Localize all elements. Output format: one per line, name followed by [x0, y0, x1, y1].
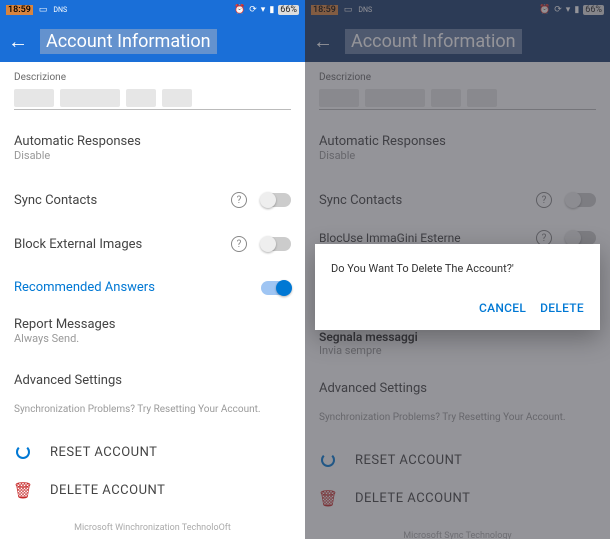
reset-account-label: RESET ACCOUNT — [50, 445, 157, 460]
delete-account-label: DELETE ACCOUNT — [50, 483, 165, 498]
delete-account-button[interactable]: 🗑 DELETE ACCOUNT — [14, 471, 291, 509]
automatic-responses-label: Automatic Responses — [14, 134, 291, 149]
right-screenshot: 18:59 ▭ DNS ⏰ ⟳ ▾ ▮ 66% ← Account Inform… — [305, 0, 610, 539]
confirm-delete-button[interactable]: DELETE — [540, 301, 584, 315]
block-images-row: Block External Images ? — [14, 222, 291, 266]
trash-icon: 🗑 — [14, 481, 32, 499]
reset-account-label: RESET ACCOUNT — [355, 453, 462, 468]
app-bar: ← Account Information — [0, 20, 305, 62]
page-title: Account Information — [345, 29, 522, 54]
reset-icon — [319, 451, 337, 469]
sync-icon: ⟳ — [554, 5, 562, 15]
sync-contacts-row: Sync Contacts ? — [14, 178, 291, 222]
advanced-settings-link[interactable]: Advanced Settings — [319, 381, 596, 396]
status-text: DNS — [53, 6, 67, 14]
report-messages-row[interactable]: Report Messages Always Send. — [14, 309, 291, 353]
block-images-label: BlocUse ImmaGini Esterne — [319, 231, 461, 245]
report-messages-sub: Always Send. — [14, 332, 291, 345]
signal-icon: ▮ — [269, 5, 274, 15]
block-images-toggle[interactable] — [261, 237, 291, 251]
nav-icon: ▭ — [344, 5, 353, 15]
block-images-label: Block External Images — [14, 237, 231, 252]
description-label: Descrizione — [319, 72, 596, 83]
app-bar: ← Account Information — [305, 20, 610, 62]
delete-account-button[interactable]: 🗑 DELETE ACCOUNT — [319, 479, 596, 517]
block-images-toggle[interactable] — [566, 231, 596, 245]
description-value-redacted — [319, 89, 596, 107]
battery-level: 66% — [278, 5, 299, 15]
sync-icon: ⟳ — [249, 5, 257, 15]
wifi-icon: ▾ — [566, 5, 571, 15]
wifi-icon: ▾ — [261, 5, 266, 15]
footer-text: Microsoft Winchronization TechnoloOft — [14, 523, 291, 533]
footer-text: Microsoft Sync Technology — [319, 531, 596, 539]
automatic-responses-row[interactable]: Automatic Responses Disable — [319, 128, 596, 178]
reset-icon — [14, 443, 32, 461]
delete-confirm-dialog: Do You Want To Delete The Account?' CANC… — [315, 244, 600, 330]
delete-account-label: DELETE ACCOUNT — [355, 491, 470, 506]
signal-icon: ▮ — [574, 5, 579, 15]
report-messages-label: Report Messages — [14, 317, 291, 332]
sync-contacts-label: Sync Contacts — [14, 193, 231, 208]
trash-icon: 🗑 — [319, 489, 337, 507]
dialog-message: Do You Want To Delete The Account?' — [331, 262, 584, 275]
page-title: Account Information — [40, 29, 217, 54]
cancel-button[interactable]: CANCEL — [479, 301, 526, 315]
sync-problem-text: Synchronization Problems? Try Resetting … — [319, 412, 596, 423]
alarm-icon: ⏰ — [539, 5, 550, 15]
status-bar: 18:59 ▭ DNS ⏰ ⟳ ▾ ▮ 66% — [0, 0, 305, 20]
report-messages-label: Segnala messaggi — [319, 330, 596, 344]
sync-contacts-toggle[interactable] — [261, 193, 291, 207]
report-messages-sub: Invia sempre — [319, 344, 596, 357]
recommended-answers-row: Recommended Answers — [14, 266, 291, 309]
description-value-redacted — [14, 89, 291, 107]
back-arrow-icon[interactable]: ← — [8, 31, 28, 51]
status-time: 18:59 — [311, 5, 338, 15]
nav-icon: ▭ — [39, 5, 48, 15]
description-label: Descrizione — [14, 72, 291, 83]
automatic-responses-value: Disable — [14, 149, 291, 162]
status-time: 18:59 — [6, 5, 33, 15]
advanced-settings-link[interactable]: Advanced Settings — [14, 373, 291, 388]
sync-problem-text: Synchronization Problems? Try Resetting … — [14, 404, 291, 415]
report-messages-row[interactable]: Segnala messaggi Invia sempre — [319, 326, 596, 361]
automatic-responses-label: Automatic Responses — [319, 134, 596, 149]
battery-level: 66% — [583, 5, 604, 15]
automatic-responses-value: Disable — [319, 149, 596, 162]
reset-account-button[interactable]: RESET ACCOUNT — [14, 433, 291, 471]
reset-account-button[interactable]: RESET ACCOUNT — [319, 441, 596, 479]
automatic-responses-row[interactable]: Automatic Responses Disable — [14, 128, 291, 178]
back-arrow-icon[interactable]: ← — [313, 31, 333, 51]
status-text: DNS — [358, 6, 372, 14]
status-bar: 18:59 ▭ DNS ⏰ ⟳ ▾ ▮ 66% — [305, 0, 610, 20]
help-icon[interactable]: ? — [536, 192, 552, 208]
left-screenshot: 18:59 ▭ DNS ⏰ ⟳ ▾ ▮ 66% ← Account Inform… — [0, 0, 305, 539]
sync-contacts-toggle[interactable] — [566, 193, 596, 207]
sync-contacts-row: Sync Contacts ? — [319, 178, 596, 222]
alarm-icon: ⏰ — [234, 5, 245, 15]
recommended-answers-toggle[interactable] — [261, 281, 291, 295]
recommended-answers-label: Recommended Answers — [14, 280, 261, 295]
sync-contacts-label: Sync Contacts — [319, 193, 536, 208]
help-icon[interactable]: ? — [231, 192, 247, 208]
help-icon[interactable]: ? — [231, 236, 247, 252]
